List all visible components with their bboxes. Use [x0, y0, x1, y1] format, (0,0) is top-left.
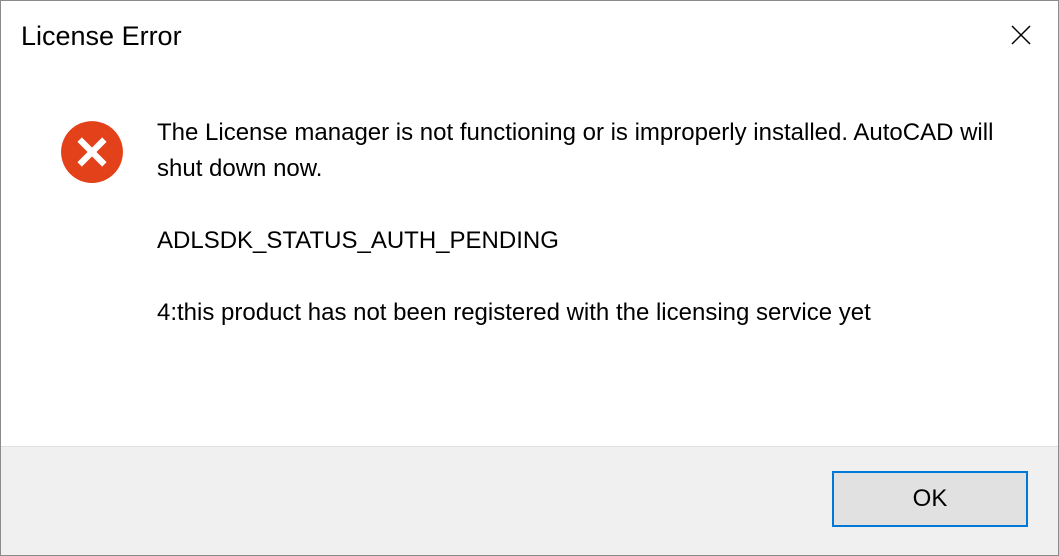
error-x-icon [59, 119, 125, 185]
error-dialog: License Error The License manager is not… [0, 0, 1059, 556]
icon-column [59, 115, 125, 426]
message-column: The License manager is not functioning o… [157, 115, 1018, 426]
message-detail: 4:this product has not been registered w… [157, 295, 1018, 331]
close-icon [1009, 23, 1033, 47]
button-area: OK [1, 446, 1058, 555]
titlebar: License Error [1, 1, 1058, 55]
dialog-title: License Error [21, 15, 182, 52]
close-button[interactable] [998, 15, 1044, 55]
ok-button[interactable]: OK [832, 471, 1028, 527]
message-status-code: ADLSDK_STATUS_AUTH_PENDING [157, 223, 1018, 259]
message-primary: The License manager is not functioning o… [157, 115, 1018, 187]
content-area: The License manager is not functioning o… [1, 55, 1058, 446]
